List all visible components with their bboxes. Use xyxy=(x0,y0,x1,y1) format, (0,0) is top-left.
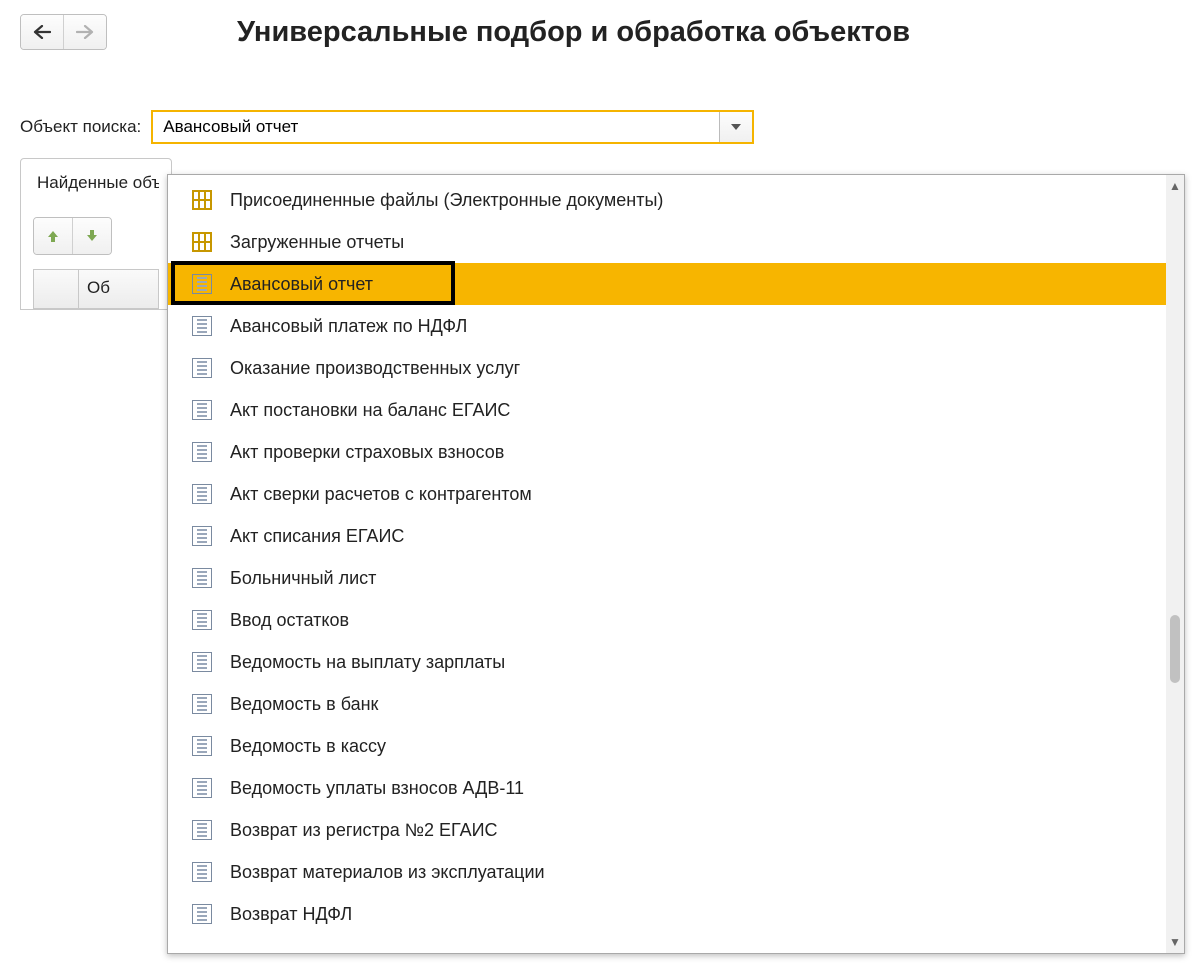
dropdown-item[interactable]: Ведомость на выплату зарплаты xyxy=(168,641,1184,683)
search-object-dropdown-button[interactable] xyxy=(719,112,752,142)
arrow-down-icon xyxy=(85,229,99,243)
dropdown-item-label: Ведомость уплаты взносов АДВ-11 xyxy=(230,778,524,799)
dropdown-item[interactable]: Ввод остатков xyxy=(168,599,1184,641)
document-icon xyxy=(192,358,212,378)
dropdown-item-label: Ведомость в кассу xyxy=(230,736,386,757)
search-object-dropdown: Присоединенные файлы (Электронные докуме… xyxy=(167,174,1185,954)
triangle-down-icon xyxy=(731,124,741,130)
list-header-col-object[interactable]: Об xyxy=(79,270,158,308)
dropdown-item[interactable]: Авансовый отчет xyxy=(168,263,1184,305)
document-icon xyxy=(192,820,212,840)
nav-group xyxy=(20,14,107,50)
forward-button[interactable] xyxy=(63,15,106,49)
dropdown-item-label: Присоединенные файлы (Электронные докуме… xyxy=(230,190,663,211)
document-icon xyxy=(192,274,212,294)
dropdown-item-label: Ведомость в банк xyxy=(230,694,378,715)
dropdown-item[interactable]: Акт сверки расчетов с контрагентом xyxy=(168,473,1184,515)
scroll-up-arrow-icon: ▲ xyxy=(1169,175,1181,197)
table-icon xyxy=(192,232,212,252)
arrow-up-icon xyxy=(46,229,60,243)
scroll-thumb[interactable] xyxy=(1170,615,1180,683)
search-object-label: Объект поиска: xyxy=(20,117,141,137)
search-object-input[interactable] xyxy=(153,112,719,142)
document-icon xyxy=(192,694,212,714)
search-object-combo xyxy=(151,110,754,144)
dropdown-item-label: Акт постановки на баланс ЕГАИС xyxy=(230,400,510,421)
dropdown-item[interactable]: Акт списания ЕГАИС xyxy=(168,515,1184,557)
dropdown-item-label: Акт проверки страховых взносов xyxy=(230,442,504,463)
document-icon xyxy=(192,610,212,630)
document-icon xyxy=(192,316,212,336)
dropdown-item[interactable]: Загруженные отчеты xyxy=(168,221,1184,263)
document-icon xyxy=(192,484,212,504)
document-icon xyxy=(192,652,212,672)
dropdown-item-label: Акт списания ЕГАИС xyxy=(230,526,404,547)
list-header: Об xyxy=(33,269,159,309)
document-icon xyxy=(192,526,212,546)
move-group xyxy=(33,217,112,255)
dropdown-item[interactable]: Возврат материалов из эксплуатации xyxy=(168,851,1184,893)
document-icon xyxy=(192,568,212,588)
dropdown-item[interactable]: Акт постановки на баланс ЕГАИС xyxy=(168,389,1184,431)
document-icon xyxy=(192,862,212,882)
arrow-right-icon xyxy=(76,25,94,39)
dropdown-item-label: Авансовый отчет xyxy=(230,274,373,295)
dropdown-item-label: Возврат материалов из эксплуатации xyxy=(230,862,545,883)
arrow-left-icon xyxy=(33,25,51,39)
dropdown-item-label: Оказание производственных услуг xyxy=(230,358,520,379)
table-icon xyxy=(192,190,212,210)
dropdown-item-label: Авансовый платеж по НДФЛ xyxy=(230,316,467,337)
dropdown-item[interactable]: Ведомость в кассу xyxy=(168,725,1184,767)
dropdown-item-label: Больничный лист xyxy=(230,568,376,589)
dropdown-item-label: Возврат НДФЛ xyxy=(230,904,352,925)
dropdown-item[interactable]: Ведомость в банк xyxy=(168,683,1184,725)
dropdown-item[interactable]: Больничный лист xyxy=(168,557,1184,599)
dropdown-item[interactable]: Акт проверки страховых взносов xyxy=(168,431,1184,473)
scroll-down-arrow-icon: ▼ xyxy=(1169,931,1181,953)
dropdown-item-label: Возврат из регистра №2 ЕГАИС xyxy=(230,820,498,841)
dropdown-item[interactable]: Авансовый платеж по НДФЛ xyxy=(168,305,1184,347)
page-title: Универсальные подбор и обработка объекто… xyxy=(237,16,910,49)
dropdown-item[interactable]: Присоединенные файлы (Электронные докуме… xyxy=(168,179,1184,221)
back-button[interactable] xyxy=(21,15,63,49)
dropdown-item-label: Ведомость на выплату зарплаты xyxy=(230,652,505,673)
tab-found-objects[interactable]: Найденные объ xyxy=(33,167,159,199)
dropdown-item[interactable]: Возврат из регистра №2 ЕГАИС xyxy=(168,809,1184,851)
document-icon xyxy=(192,904,212,924)
dropdown-item-label: Ввод остатков xyxy=(230,610,349,631)
dropdown-item-label: Акт сверки расчетов с контрагентом xyxy=(230,484,532,505)
document-icon xyxy=(192,778,212,798)
dropdown-item-label: Загруженные отчеты xyxy=(230,232,404,253)
list-header-col-checkbox[interactable] xyxy=(34,270,79,308)
dropdown-scrollbar[interactable]: ▲ ▼ xyxy=(1166,175,1184,953)
move-up-button[interactable] xyxy=(34,218,72,254)
tabset: Найденные объ Об xyxy=(20,158,172,310)
move-down-button[interactable] xyxy=(72,218,111,254)
dropdown-item[interactable]: Ведомость уплаты взносов АДВ-11 xyxy=(168,767,1184,809)
document-icon xyxy=(192,400,212,420)
dropdown-item[interactable]: Оказание производственных услуг xyxy=(168,347,1184,389)
document-icon xyxy=(192,442,212,462)
document-icon xyxy=(192,736,212,756)
dropdown-item[interactable]: Возврат НДФЛ xyxy=(168,893,1184,935)
